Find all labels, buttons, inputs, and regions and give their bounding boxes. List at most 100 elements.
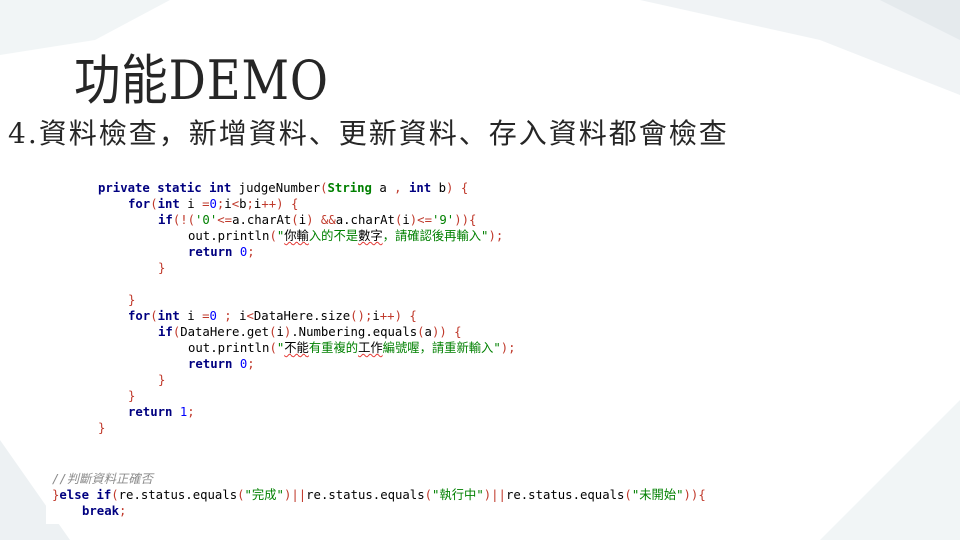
code-token: ( [417, 325, 425, 339]
code-token: i [298, 213, 307, 227]
code-line: out.println("不能有重複的工作編號喔，請重新輸入"); [188, 340, 516, 356]
code-token: i [179, 197, 203, 211]
code-token: ( [237, 488, 245, 502]
code-token: private [98, 181, 150, 195]
code-line: for(int i =0 ; i<DataHere.size();i++) { [128, 308, 417, 324]
code-token: 工作 [358, 341, 383, 355]
code-token: { [290, 197, 299, 211]
code-line: } [98, 420, 105, 436]
code-line: } [158, 372, 165, 388]
code-line: } [128, 292, 135, 308]
code-line: private static int judgeNumber(String a … [98, 180, 468, 196]
code-line: } [128, 388, 135, 404]
code-token: 0 [209, 309, 217, 323]
code-token: 入的不是 [308, 229, 359, 243]
code-token: } [158, 373, 166, 387]
code-token: 你輸 [284, 229, 309, 243]
code-token: "完成" [244, 488, 284, 502]
code-line: return 0; [188, 356, 255, 372]
code-token: ( [291, 213, 299, 227]
code-token: { [454, 325, 462, 339]
code-token: int [209, 181, 232, 195]
code-token: return [128, 405, 173, 419]
code-token: { [409, 309, 417, 323]
code-line: return 0; [188, 244, 255, 260]
code-token: b [431, 181, 447, 195]
code-token: a.charAt [335, 213, 395, 227]
code-token: ); [488, 229, 504, 243]
code-token: if [158, 213, 173, 227]
decor-shape-top-left [0, 0, 170, 55]
code-token: a [424, 325, 432, 339]
code-token: int [408, 181, 432, 195]
code-line: if(DataHere.get(i).Numbering.equals(a)) … [158, 324, 462, 340]
code-token: { [460, 181, 469, 195]
code-token: re.status.equals [505, 488, 625, 502]
code-token: )<= [409, 213, 432, 227]
code-token: } [158, 261, 166, 275]
code-line: }else if(re.status.equals("完成")||re.stat… [52, 487, 706, 503]
code-token: for [128, 197, 151, 211]
code-token: if [96, 488, 112, 502]
code-token: ) [306, 213, 314, 227]
code-token: )) [431, 325, 447, 339]
code-token: out.println [188, 229, 270, 243]
code-token: a [371, 181, 395, 195]
code-token: ，請確認後再輸入" [382, 229, 489, 243]
slide-subtitle: 4.資料檢查，新增資料、更新資料、存入資料都會檢查 [8, 117, 729, 150]
code-token: re.status.equals [306, 488, 425, 502]
code-token: ( [269, 341, 277, 355]
code-token: "執行中" [432, 488, 484, 502]
code-token: (); [350, 309, 373, 323]
code-line: if(!('0'<=a.charAt(i) &&a.charAt(i)<='9'… [158, 212, 476, 228]
code-token: judgeNumber [231, 181, 321, 195]
code-token: int [157, 309, 180, 323]
code-token: ; [246, 197, 254, 211]
code-token: )|| [483, 488, 506, 502]
code-line: out.println("你輸入的不是數字，請確認後再輸入"); [188, 228, 503, 244]
code-line: } [158, 260, 165, 276]
code-token: 0 [209, 197, 217, 211]
code-token: i [179, 309, 203, 323]
code-token: String [327, 181, 372, 195]
code-token: int [157, 197, 180, 211]
code-token: i [402, 213, 410, 227]
code-token: out.println [188, 341, 270, 355]
code-token: return [188, 245, 233, 259]
code-token: } [98, 421, 106, 435]
code-token: , [394, 181, 402, 195]
code-line: return 1; [128, 404, 195, 420]
code-token: '9' [432, 213, 455, 227]
code-token: DataHere.size [253, 309, 351, 323]
code-token: 有重複的 [308, 341, 359, 355]
code-snippet-judge-number: private static int judgeNumber(String a … [90, 176, 614, 435]
code-token: ( [269, 229, 277, 243]
code-token: ; [224, 309, 232, 323]
code-token: i [276, 325, 284, 339]
code-token: static [157, 181, 202, 195]
code-token: ( [624, 488, 632, 502]
code-token: ++) [261, 197, 284, 211]
code-token: i [224, 197, 232, 211]
code-token: && [320, 213, 336, 227]
code-token: re.status.equals [118, 488, 238, 502]
code-line: break; [82, 503, 126, 519]
code-token: //判斷資料正確否 [52, 472, 153, 486]
code-token: <= [217, 213, 233, 227]
code-token: i [231, 309, 247, 323]
code-token: } [128, 293, 136, 307]
code-token: 編號喔，請重新輸入" [382, 341, 501, 355]
code-token: )) [683, 488, 699, 502]
code-token: return [188, 357, 233, 371]
decor-shape-bottom-right [820, 400, 960, 540]
code-token: DataHere.get [180, 325, 270, 339]
code-line [98, 276, 105, 292]
code-token: ; [247, 245, 255, 259]
code-token: 數字 [358, 229, 383, 243]
